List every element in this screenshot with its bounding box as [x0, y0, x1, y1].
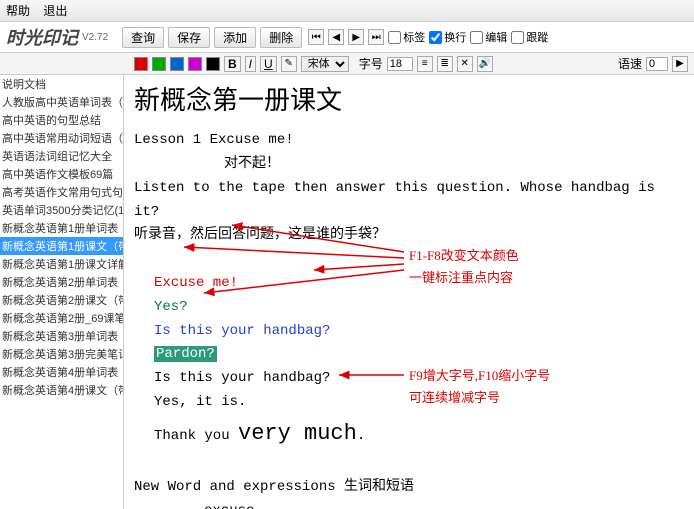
lesson-line: Lesson 1 Excuse me! — [134, 129, 684, 153]
tag-checkbox[interactable]: 标签 — [388, 29, 425, 45]
align-center-icon[interactable]: ≣ — [437, 56, 453, 72]
app-version: V2.72 — [82, 32, 108, 43]
line-pardon: Pardon? — [134, 343, 684, 367]
vocab-header: New Word and expressions 生词和短语 — [134, 476, 684, 500]
app-logo: 时光印记 — [6, 24, 78, 50]
menu-bar: 帮助 退出 — [0, 0, 694, 22]
speaker-icon[interactable]: 🔊 — [477, 56, 493, 72]
tree-item[interactable]: 新概念英语第2册课文（带翻译） — [0, 291, 123, 309]
tree-item[interactable]: 高中英语常用动词短语（完整版） — [0, 129, 123, 147]
color-red[interactable] — [134, 57, 148, 71]
tree-item[interactable]: 新概念英语第3册完美笔记 — [0, 345, 123, 363]
tree-item[interactable]: 高考英语作文常用句式句型 — [0, 183, 123, 201]
tree-item[interactable]: 新概念英语第2册单词表（带音标） — [0, 273, 123, 291]
follow-checkbox[interactable]: 跟蹤 — [511, 29, 548, 45]
menu-help[interactable]: 帮助 — [6, 4, 30, 18]
tree-item[interactable]: 说明文档 — [0, 75, 123, 93]
title-bar: 时光印记 V2.72 查询 保存 添加 删除 ⏮ ◀ ▶ ⏭ 标签 换行 编辑 … — [0, 22, 694, 53]
annotation-colors: F1-F8改变文本颜色一键标注重点内容 — [409, 245, 519, 289]
wrap-checkbox[interactable]: 换行 — [429, 29, 466, 45]
nav-first-icon[interactable]: ⏮ — [308, 29, 324, 45]
tree-item[interactable]: 英语单词3500分类记忆(1) — [0, 201, 123, 219]
tree-item[interactable]: 英语语法词组记忆大全 — [0, 147, 123, 165]
tree-item[interactable]: 新概念英语第1册课文（带翻译） — [0, 237, 123, 255]
play-icon[interactable]: ▶ — [672, 56, 688, 72]
speed-label: 语速 — [618, 55, 642, 72]
align-left-icon[interactable]: ≡ — [417, 56, 433, 72]
save-button[interactable]: 保存 — [168, 27, 210, 48]
main-area: 说明文档人教版高中英语单词表（含音标）高中英语的句型总结高中英语常用动词短语（完… — [0, 75, 694, 509]
sidebar-tree[interactable]: 说明文档人教版高中英语单词表（含音标）高中英语的句型总结高中英语常用动词短语（完… — [0, 75, 124, 509]
nav-next-icon[interactable]: ▶ — [348, 29, 364, 45]
lesson-subtitle: 对不起！ — [134, 153, 684, 177]
nav-last-icon[interactable]: ⏭ — [368, 29, 384, 45]
bold-button[interactable]: B — [224, 56, 241, 72]
instruction-en: Listen to the tape then answer this ques… — [134, 177, 684, 225]
annotation-fontsize: F9增大字号,F10缩小字号可连续增减字号 — [409, 365, 550, 409]
font-select[interactable]: 宋体 — [301, 56, 349, 72]
nav-prev-icon[interactable]: ◀ — [328, 29, 344, 45]
query-button[interactable]: 查询 — [122, 27, 164, 48]
speed-input[interactable] — [646, 57, 668, 71]
menu-exit[interactable]: 退出 — [43, 4, 67, 18]
highlight-icon[interactable]: ✎ — [281, 56, 297, 72]
tree-item[interactable]: 人教版高中英语单词表（含音标） — [0, 93, 123, 111]
doc-title: 新概念第一册课文 — [134, 79, 684, 123]
tree-item[interactable]: 新概念英语第2册_69课笔记 — [0, 309, 123, 327]
vocab-word1: excuse — [134, 500, 684, 509]
tree-item[interactable]: 高中英语作文模板69篇 — [0, 165, 123, 183]
editor-pane[interactable]: 新概念第一册课文 Lesson 1 Excuse me! 对不起！ Listen… — [124, 75, 694, 509]
tree-item[interactable]: 新概念英语第3册单词表（带音标） — [0, 327, 123, 345]
delete-button[interactable]: 删除 — [260, 27, 302, 48]
tree-item[interactable]: 高中英语的句型总结 — [0, 111, 123, 129]
tree-item[interactable]: 新概念英语第4册单词表（带音标） — [0, 363, 123, 381]
line-thank: Thank you very much. — [134, 415, 684, 452]
font-size-input[interactable] — [387, 57, 413, 71]
line-yes: Yes? — [134, 296, 684, 320]
italic-button[interactable]: I — [245, 56, 256, 72]
font-size-label: 字号 — [359, 55, 383, 72]
tree-item[interactable]: 新概念英语第1册单词表（带音标） — [0, 219, 123, 237]
format-bar: B I U ✎ 宋体 字号 ≡ ≣ ✕ 🔊 语速 ▶ — [0, 53, 694, 75]
line-q1: Is this your handbag? — [134, 320, 684, 344]
tree-item[interactable]: 新概念英语第1册课文详解及英语语法(全 — [0, 255, 123, 273]
add-button[interactable]: 添加 — [214, 27, 256, 48]
edit-checkbox[interactable]: 编辑 — [470, 29, 507, 45]
clear-format-icon[interactable]: ✕ — [457, 56, 473, 72]
tree-item[interactable]: 新概念英语第4册课文（带翻译） — [0, 381, 123, 399]
color-magenta[interactable] — [188, 57, 202, 71]
color-green[interactable] — [152, 57, 166, 71]
underline-button[interactable]: U — [260, 56, 277, 72]
color-blue[interactable] — [170, 57, 184, 71]
color-black[interactable] — [206, 57, 220, 71]
